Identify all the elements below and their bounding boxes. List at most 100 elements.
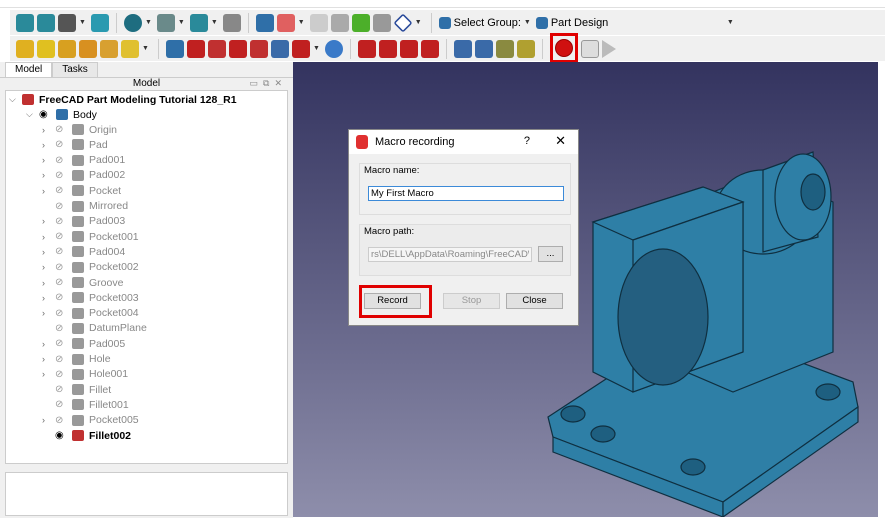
boolean-icon[interactable] bbox=[324, 39, 343, 58]
eye-hidden-icon[interactable]: ⊘ bbox=[55, 155, 67, 166]
chevron-right-icon[interactable]: › bbox=[42, 369, 50, 379]
eye-hidden-icon[interactable]: ⊘ bbox=[55, 124, 67, 135]
tree-item[interactable]: › ⊘ Pocket002 bbox=[42, 260, 139, 275]
eye-hidden-icon[interactable]: ⊘ bbox=[55, 246, 67, 257]
tree-item[interactable]: ⊘ Fillet bbox=[42, 382, 111, 397]
eye-hidden-icon[interactable]: ⊘ bbox=[55, 201, 67, 212]
eye-hidden-icon[interactable]: ⊘ bbox=[55, 216, 67, 227]
chevron-right-icon[interactable]: › bbox=[42, 415, 50, 425]
multitransform-icon[interactable] bbox=[516, 39, 535, 58]
eye-hidden-icon[interactable]: ⊘ bbox=[55, 139, 67, 150]
tree-item[interactable]: › ⊘ Pocket bbox=[42, 183, 121, 198]
pocket-icon[interactable] bbox=[165, 39, 184, 58]
select-group-button[interactable]: Select Group: ▼ bbox=[438, 16, 533, 29]
measure-icon[interactable] bbox=[189, 13, 208, 32]
polar-pattern-icon[interactable] bbox=[495, 39, 514, 58]
chevron-down-icon[interactable]: ⌵ bbox=[26, 109, 34, 120]
chevron-right-icon[interactable]: › bbox=[42, 125, 50, 135]
draw-style-icon[interactable] bbox=[123, 13, 142, 32]
link-sub-icon[interactable] bbox=[309, 13, 328, 32]
eye-hidden-icon[interactable]: ⊘ bbox=[55, 338, 67, 349]
close-button[interactable]: Close bbox=[506, 293, 563, 309]
chevron-right-icon[interactable]: › bbox=[42, 262, 50, 272]
sketch-view-icon[interactable] bbox=[90, 13, 109, 32]
tree-item[interactable]: › ⊘ Groove bbox=[42, 275, 123, 290]
subtractive-pipe-icon[interactable] bbox=[249, 39, 268, 58]
tree-item[interactable]: › ⊘ Origin bbox=[42, 122, 117, 137]
chevron-down-icon[interactable]: ⌵ bbox=[9, 94, 17, 105]
shape-icon[interactable] bbox=[372, 13, 391, 32]
additive-loft-icon[interactable] bbox=[58, 39, 76, 58]
macro-path-input[interactable] bbox=[368, 247, 532, 262]
chevron-right-icon[interactable]: › bbox=[42, 216, 50, 226]
eye-hidden-icon[interactable]: ⊘ bbox=[55, 231, 67, 242]
browse-button[interactable]: ... bbox=[538, 246, 563, 262]
additive-primitive-icon[interactable] bbox=[121, 39, 139, 58]
tree-item[interactable]: › ⊘ Pad003 bbox=[42, 214, 125, 229]
std-views-icon[interactable] bbox=[156, 13, 175, 32]
tree-item[interactable]: ⊘ Mirrored bbox=[42, 199, 128, 214]
eye-icon[interactable]: ◉ bbox=[55, 430, 67, 441]
chevron-right-icon[interactable]: › bbox=[42, 140, 50, 150]
eye-hidden-icon[interactable]: ⊘ bbox=[55, 170, 67, 181]
chevron-right-icon[interactable]: › bbox=[42, 247, 50, 257]
macro-name-input[interactable] bbox=[368, 186, 564, 201]
zoom-fit-selection-icon[interactable] bbox=[37, 13, 55, 32]
eye-hidden-icon[interactable]: ⊘ bbox=[55, 369, 67, 380]
link-icon[interactable] bbox=[276, 13, 295, 32]
eye-icon[interactable]: ◉ bbox=[39, 109, 51, 120]
green-shape-icon[interactable] bbox=[351, 13, 370, 32]
subtractive-loft-icon[interactable] bbox=[228, 39, 247, 58]
tree-item[interactable]: › ⊘ Hole bbox=[42, 352, 111, 367]
tree-item[interactable]: › ⊘ Pad002 bbox=[42, 168, 125, 183]
additive-pipe-icon[interactable] bbox=[79, 39, 97, 58]
tree-item[interactable]: › ⊘ Pad005 bbox=[42, 336, 125, 351]
subtractive-helix-icon[interactable] bbox=[270, 39, 289, 58]
subtractive-primitive-icon[interactable] bbox=[291, 39, 310, 58]
datum-icon[interactable] bbox=[393, 12, 413, 33]
chevron-right-icon[interactable]: › bbox=[42, 278, 50, 288]
mirrored-icon[interactable] bbox=[453, 39, 472, 58]
eye-hidden-icon[interactable]: ⊘ bbox=[55, 323, 67, 334]
tree-item[interactable]: ⊘ DatumPlane bbox=[42, 321, 147, 336]
chevron-right-icon[interactable]: › bbox=[42, 155, 50, 165]
tree-root[interactable]: ⌵ FreeCAD Part Modeling Tutorial 128_R1 bbox=[9, 92, 237, 107]
tree-item[interactable]: ⊘ Fillet001 bbox=[42, 397, 129, 412]
macro-editor-icon[interactable] bbox=[580, 39, 599, 58]
chamfer-icon[interactable] bbox=[378, 39, 397, 58]
tree-item[interactable]: › ⊘ Pocket003 bbox=[42, 290, 139, 305]
eye-hidden-icon[interactable]: ⊘ bbox=[55, 384, 67, 395]
tree-item[interactable]: › ⊘ Pad001 bbox=[42, 153, 125, 168]
panel-controls[interactable]: ▭⧉✕ bbox=[250, 78, 287, 89]
tree-item[interactable]: › ⊘ Pocket005 bbox=[42, 413, 139, 428]
chevron-right-icon[interactable]: › bbox=[42, 186, 50, 196]
chevron-right-icon[interactable]: › bbox=[42, 170, 50, 180]
chevron-right-icon[interactable]: › bbox=[42, 232, 50, 242]
tree-item[interactable]: › ⊘ Pocket004 bbox=[42, 306, 139, 321]
eye-hidden-icon[interactable]: ⊘ bbox=[55, 292, 67, 303]
view-iso-icon[interactable] bbox=[58, 13, 76, 32]
record-macro-icon[interactable] bbox=[554, 38, 573, 57]
workbench-selector[interactable]: Part Design ▼ bbox=[535, 16, 736, 29]
additive-helix-icon[interactable] bbox=[100, 39, 118, 58]
chevron-right-icon[interactable]: › bbox=[42, 308, 50, 318]
groove-icon[interactable] bbox=[207, 39, 226, 58]
eye-hidden-icon[interactable]: ⊘ bbox=[55, 308, 67, 319]
chevron-right-icon[interactable]: › bbox=[42, 293, 50, 303]
tree-item[interactable]: › ⊘ Hole001 bbox=[42, 367, 128, 382]
measure-tool-icon[interactable] bbox=[222, 13, 241, 32]
close-icon[interactable]: ✕ bbox=[555, 133, 566, 149]
tree-item[interactable]: › ⊘ Pad bbox=[42, 137, 108, 152]
execute-macro-icon[interactable] bbox=[601, 39, 616, 58]
eye-hidden-icon[interactable]: ⊘ bbox=[55, 262, 67, 273]
linear-pattern-icon[interactable] bbox=[474, 39, 493, 58]
chevron-right-icon[interactable]: › bbox=[42, 339, 50, 349]
tree-item[interactable]: › ⊘ Pocket001 bbox=[42, 229, 139, 244]
eye-hidden-icon[interactable]: ⊘ bbox=[55, 354, 67, 365]
stop-button[interactable]: Stop bbox=[443, 293, 500, 309]
person-icon[interactable] bbox=[330, 13, 349, 32]
pad-icon[interactable] bbox=[16, 39, 34, 58]
draft-icon[interactable] bbox=[399, 39, 418, 58]
tab-model[interactable]: Model bbox=[5, 62, 53, 77]
tab-tasks[interactable]: Tasks bbox=[52, 62, 98, 77]
